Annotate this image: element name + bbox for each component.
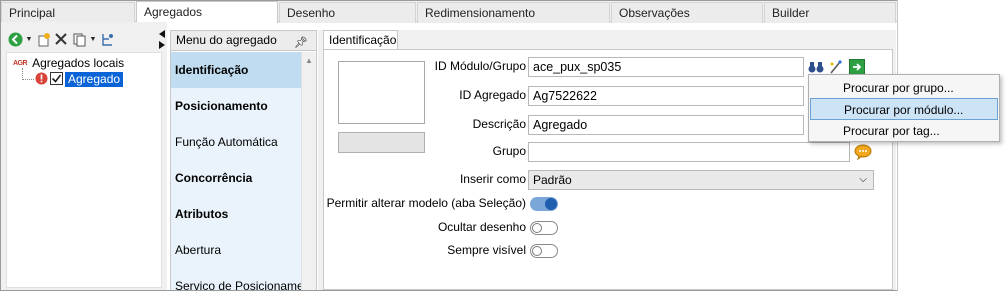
agr-tag: AGR: [13, 59, 28, 67]
agregado-label: ID Agregado: [459, 88, 526, 102]
ocultar-toggle[interactable]: [530, 221, 558, 235]
menu-item-posicionamento[interactable]: Posicionamento: [171, 88, 301, 124]
tab-principal[interactable]: Principal: [1, 2, 135, 23]
new-item-icon[interactable]: [35, 31, 51, 47]
tree-icon[interactable]: [99, 31, 115, 47]
delete-icon[interactable]: [53, 31, 69, 47]
permitir-label: Permitir alterar modelo (aba Seleção): [326, 196, 526, 210]
menu-item-concorrencia[interactable]: Concorrência: [171, 160, 301, 196]
popup-item-grupo[interactable]: Procurar por grupo...: [810, 77, 998, 99]
tab-agregados[interactable]: Agregados: [136, 1, 278, 23]
left-panel: ▼ ▼ AGR Agregados locais Agregado: [1, 22, 167, 290]
green-back-icon[interactable]: [7, 31, 23, 47]
content-area: Identificação ID Módulo/Grupo ace_pux_sp…: [318, 30, 896, 290]
modulo-field[interactable]: ace_pux_sp035: [528, 57, 804, 77]
descricao-field[interactable]: Agregado: [528, 115, 804, 135]
inserir-value: Padrão: [533, 173, 572, 187]
permitir-toggle[interactable]: [530, 197, 558, 211]
top-tabbar: Principal Agregados Desenho Redimensiona…: [1, 1, 897, 23]
left-toolbar: ▼ ▼: [7, 30, 115, 48]
search-popup-menu: Procurar por grupo... Procurar por módul…: [808, 74, 1000, 142]
warning-icon: [35, 72, 48, 88]
menu-scrollbar[interactable]: ▲: [301, 52, 316, 290]
pin-icon[interactable]: 📌︎: [294, 34, 308, 53]
chat-bubble-icon[interactable]: [854, 143, 872, 161]
menu-item-funcao-automatica[interactable]: Função Automática: [171, 124, 301, 160]
chevron-down-icon[interactable]: ▼: [25, 36, 33, 43]
popup-item-modulo[interactable]: Procurar por módulo...: [810, 98, 998, 120]
agregado-field[interactable]: Ag7522622: [528, 86, 804, 106]
tab-observacoes[interactable]: Observações: [611, 2, 763, 23]
checkbox-icon[interactable]: [50, 71, 63, 88]
tab-builder[interactable]: Builder: [764, 2, 896, 23]
tree-item-agregado[interactable]: Agregado: [35, 71, 124, 88]
tree-connector: [22, 68, 34, 80]
inserir-label: Inserir como: [459, 172, 526, 186]
visivel-toggle[interactable]: [530, 244, 558, 258]
grupo-label: Grupo: [492, 144, 526, 158]
grupo-field[interactable]: [528, 142, 850, 162]
menu-list: Identificação Posicionamento Função Auto…: [171, 52, 301, 290]
visivel-label: Sempre visível: [447, 243, 526, 257]
popup-item-tag[interactable]: Procurar por tag...: [810, 120, 998, 142]
chevron-down-icon: ⌵: [859, 174, 867, 185]
tab-redimensionamento[interactable]: Redimensionamento: [417, 2, 610, 23]
menu-item-atributos[interactable]: Atributos: [171, 196, 301, 232]
right-empty-area: [897, 0, 1006, 291]
menu-item-identificacao[interactable]: Identificação: [171, 52, 301, 88]
menu-header-title: Menu do agregado: [176, 33, 277, 47]
tab-desenho[interactable]: Desenho: [279, 2, 416, 23]
chevron-down-icon[interactable]: ▼: [89, 36, 97, 43]
inserir-select[interactable]: Padrão ⌵: [528, 170, 874, 190]
menu-item-servico-posicionamento[interactable]: Servico de Posicionamen: [171, 268, 301, 290]
aggregate-tree: AGR Agregados locais Agregado: [6, 52, 162, 288]
menu-header: Menu do agregado 📌︎: [171, 31, 316, 51]
panel-splitter[interactable]: [157, 28, 167, 53]
tree-root-label: Agregados locais: [32, 56, 125, 70]
tree-item-label: Agregado: [65, 72, 124, 87]
tab-identificacao[interactable]: Identificação: [323, 30, 398, 50]
scroll-up-icon[interactable]: ▲: [305, 56, 313, 65]
descricao-label: Descrição: [472, 117, 526, 131]
aggregate-menu: Menu do agregado 📌︎ Identificação Posici…: [170, 30, 317, 290]
modulo-label: ID Módulo/Grupo: [434, 59, 526, 73]
ocultar-label: Ocultar desenho: [437, 220, 526, 234]
copy-icon[interactable]: [71, 31, 87, 47]
menu-item-abertura[interactable]: Abertura: [171, 232, 301, 268]
